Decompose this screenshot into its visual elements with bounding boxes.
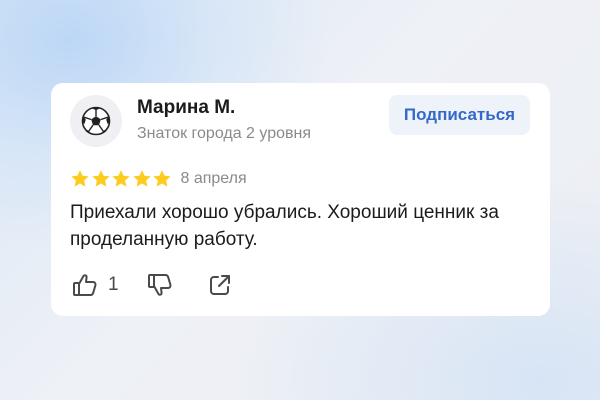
soccer-ball-icon — [81, 106, 111, 136]
subscribe-button[interactable]: Подписаться — [389, 95, 530, 135]
star-icon — [91, 170, 110, 187]
author-name[interactable]: Марина М. — [137, 97, 235, 119]
thumbs-down-icon — [148, 274, 172, 296]
review-text: Приехали хорошо убрались. Хороший ценник… — [70, 202, 499, 250]
share-button[interactable] — [208, 273, 232, 297]
thumbs-up-icon — [73, 274, 97, 296]
rating: 8 апреля — [70, 169, 247, 189]
dislike-button[interactable] — [147, 272, 173, 298]
like-count: 1 — [108, 274, 119, 295]
star-icon — [132, 170, 151, 187]
review-card: Марина М. Знаток города 2 уровня Подписа… — [51, 83, 550, 316]
share-icon — [210, 275, 230, 295]
star-icon — [112, 170, 130, 187]
author-status: Знаток города 2 уровня — [137, 125, 312, 142]
star-icon — [153, 170, 171, 187]
star-rating — [70, 169, 173, 189]
star-icon — [71, 170, 89, 187]
like-button[interactable]: 1 — [72, 272, 119, 298]
avatar[interactable] — [70, 95, 122, 147]
review-date: 8 апреля — [180, 170, 247, 187]
